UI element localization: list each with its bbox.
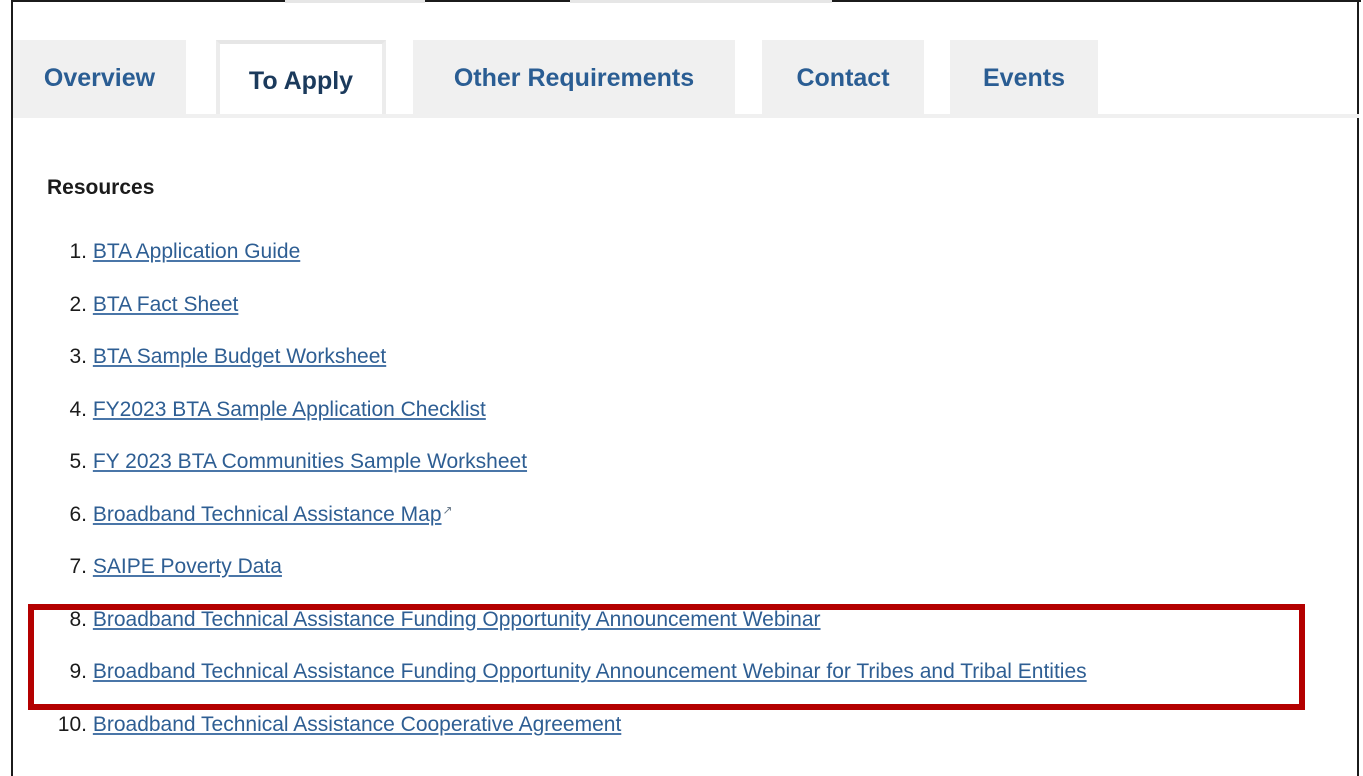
resource-link[interactable]: SAIPE Poverty Data [93, 555, 282, 579]
top-ghost-tab [570, 0, 832, 3]
resource-link[interactable]: BTA Sample Budget Worksheet [93, 345, 386, 369]
tab-overview[interactable]: Overview [13, 40, 186, 116]
list-number: 5. [69, 450, 87, 473]
highlight-box [28, 604, 1305, 710]
list-item: 4. FY2023 BTA Sample Application Checkli… [47, 398, 1087, 451]
list-number: 6. [69, 502, 87, 526]
list-number: 4. [69, 397, 87, 421]
list-item: 3. BTA Sample Budget Worksheet [47, 345, 1087, 398]
resource-link[interactable]: Broadband Technical Assistance Map [93, 503, 442, 527]
top-ghost-tab [285, 0, 425, 3]
external-link-icon: ↗ [442, 502, 453, 517]
list-item: 7. SAIPE Poverty Data [47, 555, 1087, 608]
tab-events[interactable]: Events [950, 40, 1098, 116]
list-number: 1. [69, 240, 87, 263]
tab-bar: Overview To Apply Other Requirements Con… [13, 40, 1359, 118]
resources-heading: Resources [47, 176, 155, 199]
list-item: 1. BTA Application Guide [47, 240, 1087, 293]
list-number: 3. [69, 345, 87, 368]
resource-link[interactable]: BTA Fact Sheet [93, 293, 239, 317]
resource-link[interactable]: FY 2023 BTA Communities Sample Worksheet [93, 450, 527, 474]
tab-contact[interactable]: Contact [762, 40, 924, 116]
list-number: 10. [57, 712, 87, 736]
list-item: 6. Broadband Technical Assistance Map ↗ [47, 503, 1087, 556]
list-item: 2. BTA Fact Sheet [47, 293, 1087, 346]
list-item: 5. FY 2023 BTA Communities Sample Worksh… [47, 450, 1087, 503]
resource-link[interactable]: BTA Application Guide [93, 240, 300, 264]
list-number: 2. [69, 292, 87, 316]
tab-to-apply[interactable]: To Apply [216, 40, 386, 118]
list-number: 7. [69, 555, 87, 578]
list-item: 10. Broadband Technical Assistance Coope… [47, 713, 1087, 766]
tab-other-requirements[interactable]: Other Requirements [413, 40, 735, 116]
resource-link[interactable]: FY2023 BTA Sample Application Checklist [93, 398, 486, 422]
resource-link[interactable]: Broadband Technical Assistance Cooperati… [93, 713, 621, 737]
tab-underline [13, 114, 1359, 118]
